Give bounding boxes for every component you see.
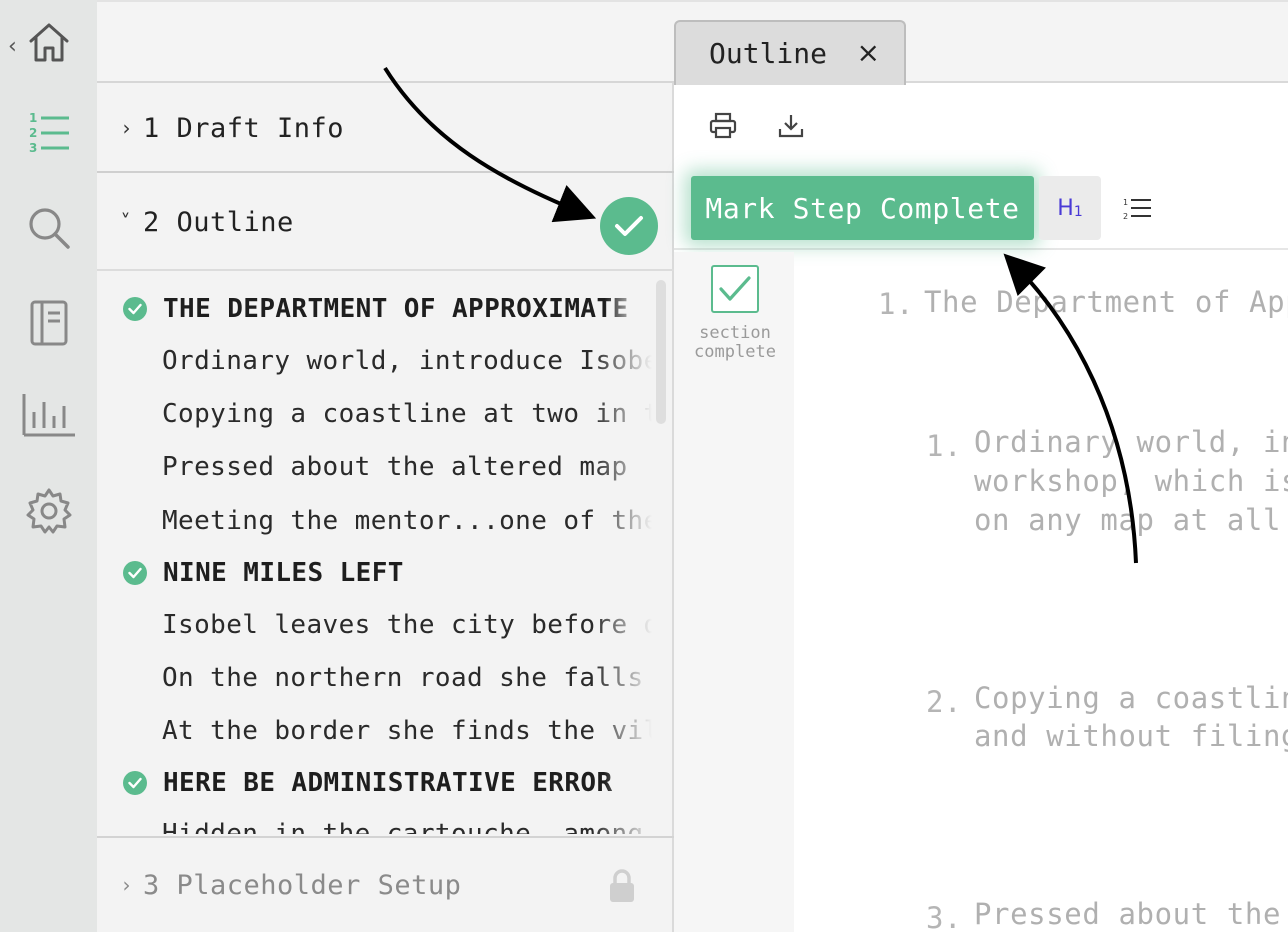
print-icon[interactable] <box>703 106 743 146</box>
list-item-text: At the border she finds the village <box>162 716 652 746</box>
chevron-down-icon: ˅ <box>120 210 131 234</box>
steps-sidebar: › 1 Draft Info ˅ 2 Outline THE DEPARTMEN… <box>97 0 674 932</box>
list-item[interactable]: Hidden in the cartouche, among <box>97 814 657 834</box>
list-item[interactable]: Copying a coastline at two in the mornin… <box>97 394 657 434</box>
step-complete-check-icon[interactable] <box>600 197 658 255</box>
outline-list-icon[interactable]: 1 2 3 <box>0 92 97 172</box>
doc-line: Copying a coastline at two in the mornin… <box>974 681 1288 715</box>
outline-heading[interactable]: HERE BE ADMINISTRATIVE ERROR <box>97 763 657 803</box>
check-icon <box>123 297 147 321</box>
gutter-label-line: complete <box>694 342 776 362</box>
chevron-right-icon: › <box>122 116 131 140</box>
list-item-text: Meeting the mentor...one of the <box>162 506 652 536</box>
outline-heading[interactable]: NINE MILES LEFT <box>97 553 657 593</box>
home-icon[interactable] <box>0 2 97 82</box>
doc-heading-line: The Department of Approximate Maps <box>924 285 1288 319</box>
svg-text:3: 3 <box>29 141 37 154</box>
mark-step-complete-button[interactable]: Mark Step Complete <box>691 176 1034 240</box>
list-number: 1. <box>878 287 915 321</box>
section-label: 3 Placeholder Setup <box>143 869 462 901</box>
section-outline[interactable]: ˅ 2 Outline <box>97 175 674 271</box>
settings-icon[interactable] <box>0 471 97 551</box>
doc-line: Ordinary world, introduce Isobel in the <box>974 425 1288 459</box>
list-item[interactable]: At the border she finds the village <box>97 711 657 751</box>
doc-line: and without filing <box>974 719 1288 753</box>
list-item-text: On the northern road she falls <box>162 663 644 693</box>
outline-list: THE DEPARTMENT OF APPROXIMATE MAPS Ordin… <box>97 273 674 834</box>
list-item-text: Copying a coastline at two in the mornin… <box>162 399 652 429</box>
lock-icon <box>607 868 637 911</box>
outline-heading-text: NINE MILES LEFT <box>163 558 404 588</box>
list-item[interactable]: Meeting the mentor...one of the <box>97 501 657 541</box>
document-body[interactable]: 1. The Department of Approximate Maps 1.… <box>794 252 1288 932</box>
download-icon[interactable] <box>771 106 811 146</box>
doc-line: Pressed about the altered map <box>974 897 1288 931</box>
check-icon <box>123 771 147 795</box>
list-number: 2. <box>926 685 963 719</box>
numbered-list-icon[interactable]: 1 2 <box>1118 188 1158 228</box>
list-item-text: Ordinary world, introduce Isobel <box>162 346 652 376</box>
list-item-text: Isobel leaves the city before dawn <box>162 610 652 640</box>
check-icon <box>123 561 147 585</box>
chevron-right-icon: › <box>122 873 131 897</box>
stats-icon[interactable] <box>0 375 97 455</box>
outline-scrollbar[interactable] <box>656 280 666 424</box>
section-label: 1 Draft Info <box>143 112 345 144</box>
section-gutter: section complete <box>674 252 794 932</box>
format-toolbar: Mark Step Complete H1 1 2 <box>674 164 1288 250</box>
list-number: 1. <box>926 429 963 463</box>
section-label: 2 Outline <box>143 206 294 238</box>
notebook-icon[interactable] <box>0 283 97 363</box>
close-icon[interactable]: × <box>857 36 880 69</box>
list-number: 3. <box>926 901 963 932</box>
list-item[interactable]: Pressed about the altered map <box>97 447 657 487</box>
outline-heading-text: THE DEPARTMENT OF APPROXIMATE MAPS <box>163 294 643 324</box>
svg-text:2: 2 <box>1123 212 1128 220</box>
tab-outline[interactable]: Outline × <box>674 20 906 85</box>
svg-text:1: 1 <box>1123 198 1128 207</box>
section-complete-label: section complete <box>674 324 796 362</box>
tab-label: Outline <box>709 37 828 70</box>
section-placeholder-setup[interactable]: › 3 Placeholder Setup <box>97 836 674 932</box>
outline-heading[interactable]: THE DEPARTMENT OF APPROXIMATE MAPS <box>97 289 657 329</box>
svg-text:1: 1 <box>29 111 37 125</box>
section-complete-checkbox[interactable] <box>711 265 759 313</box>
search-icon[interactable] <box>0 188 97 268</box>
list-item[interactable]: Isobel leaves the city before dawn <box>97 605 657 645</box>
svg-text:2: 2 <box>29 126 37 140</box>
doc-line: workshop, which is not <box>974 464 1288 498</box>
section-draft-info[interactable]: › 1 Draft Info <box>97 85 674 173</box>
list-item[interactable]: On the northern road she falls <box>97 658 657 698</box>
h1-sub-label: 1 <box>1073 204 1083 220</box>
list-item-text: Pressed about the altered map <box>162 452 628 482</box>
editor-pane: Outline × Mark Step Complete H1 1 2 sect… <box>674 0 1288 932</box>
heading-1-button[interactable]: H1 <box>1039 176 1101 240</box>
icon-rail: ‹ 1 2 3 <box>0 0 97 932</box>
list-item-text: Hidden in the cartouche, among <box>162 819 644 834</box>
doc-line: on any map at all <box>974 503 1282 537</box>
list-item[interactable]: Ordinary world, introduce Isobel <box>97 341 657 381</box>
outline-heading-text: HERE BE ADMINISTRATIVE ERROR <box>163 768 613 798</box>
h1-label: H <box>1057 195 1074 221</box>
sidebar-header <box>97 0 674 83</box>
tab-bar: Outline × <box>674 0 1288 85</box>
gutter-label-line: section <box>699 323 771 343</box>
